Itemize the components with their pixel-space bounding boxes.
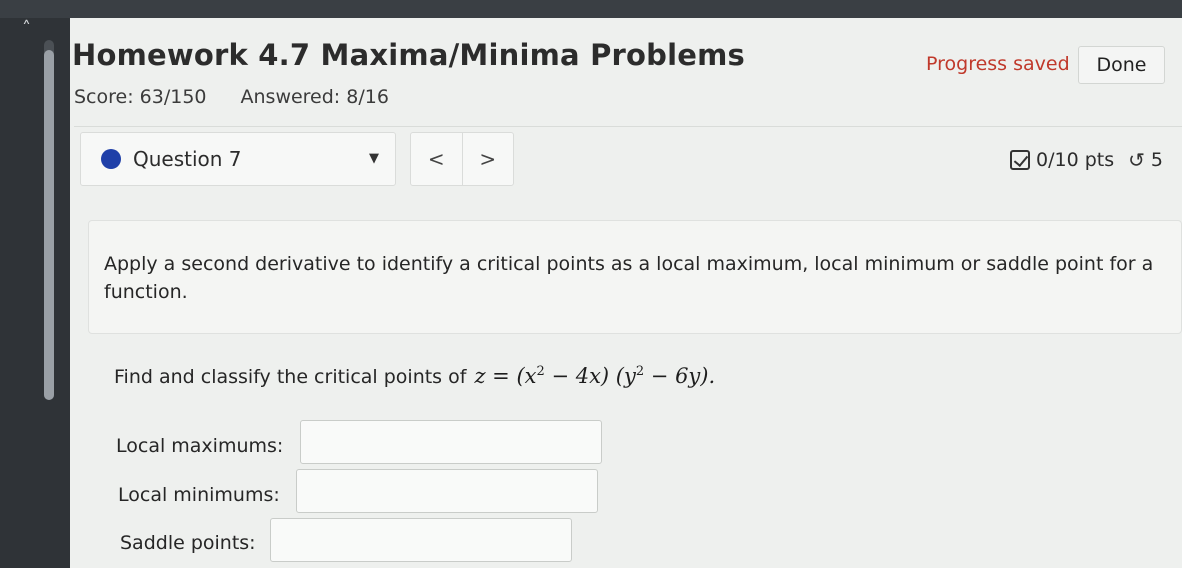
question-intro: Apply a second derivative to identify a … — [104, 253, 1154, 303]
score-row: Score: 63/150 Answered: 8/16 — [74, 86, 389, 108]
page-title: Homework 4.7 Maxima/Minima Problems — [72, 38, 745, 72]
question-prompt: Find and classify the critical points of — [114, 366, 467, 388]
next-question-button[interactable]: > — [461, 133, 514, 185]
question-nav-group: < > — [410, 132, 514, 186]
question-select[interactable]: Question 7 ▼ — [80, 132, 396, 186]
progress-status: Progress saved — [926, 53, 1070, 75]
saddle-input[interactable] — [270, 518, 572, 562]
status-dot-icon — [101, 149, 121, 169]
browser-top-bar — [0, 0, 1182, 18]
question-prompt-row: Find and classify the critical points of… — [114, 364, 715, 388]
checkbox-icon — [1010, 150, 1030, 170]
divider — [74, 126, 1182, 127]
homework-page: Homework 4.7 Maxima/Minima Problems Scor… — [70, 18, 1182, 568]
points-text: 0/10 pts — [1036, 149, 1115, 171]
answered-text: Answered: 8/16 — [240, 86, 389, 108]
saddle-label: Saddle points: — [120, 532, 256, 554]
local-min-input[interactable] — [296, 469, 598, 513]
score-text: Score: 63/150 — [74, 86, 207, 108]
function-expression: z = (x2 − 4x) (y2 − 6y). — [474, 364, 716, 388]
retry-icon: ↺ — [1128, 148, 1145, 172]
chevron-up-icon[interactable]: ˄ — [22, 20, 31, 38]
prev-question-button[interactable]: < — [411, 133, 462, 185]
attempts-count: 5 — [1150, 149, 1163, 171]
caret-down-icon: ▼ — [369, 151, 379, 166]
left-rail — [0, 18, 70, 568]
question-select-label: Question 7 — [133, 147, 242, 171]
points-area: 0/10 pts ↺ 5 — [1010, 148, 1163, 172]
local-max-label: Local maximums: — [116, 435, 284, 457]
done-button[interactable]: Done — [1078, 46, 1165, 84]
local-max-input[interactable] — [300, 420, 602, 464]
scrollbar-thumb[interactable] — [44, 50, 54, 400]
attempts: ↺ 5 — [1128, 148, 1163, 172]
local-min-label: Local minimums: — [118, 484, 280, 506]
